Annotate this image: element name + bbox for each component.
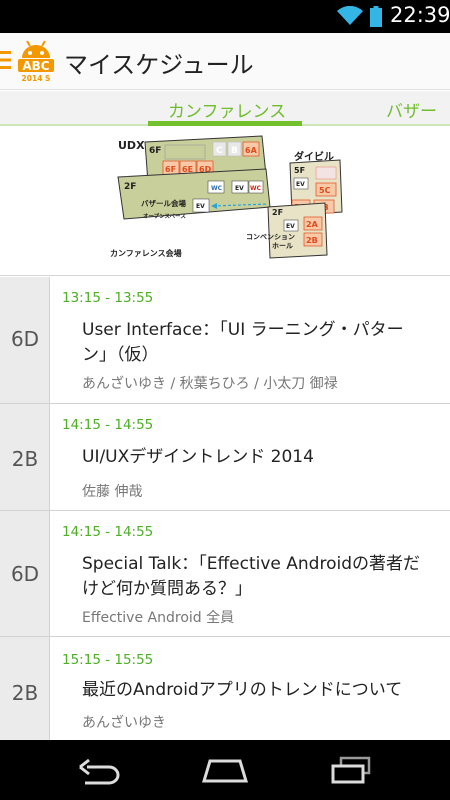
venue-map: UDX 6F C B 6A 6F 6E 6D 2F WC EV WC EV バザ… xyxy=(0,127,450,276)
session-speakers: あんざいゆき / 秋葉ちひろ / 小太刀 御禄 xyxy=(82,376,338,392)
battery-icon xyxy=(370,6,382,27)
map-room-c: C xyxy=(216,146,223,156)
logo-text-bottom: 2014 S xyxy=(22,74,51,83)
status-bar: 22:39 xyxy=(0,0,450,33)
tab-indicator xyxy=(148,121,302,126)
logo-text-top: ABC xyxy=(22,59,49,73)
session-title: 最近のAndroidアプリのトレンドについて xyxy=(82,680,403,700)
map-wc-1: WC xyxy=(211,185,223,192)
session-time: 13:15 - 13:55 xyxy=(62,290,154,306)
map-ev-1: EV xyxy=(235,185,244,192)
session-row-4[interactable]: 2B 15:15 - 15:55 最近のAndroidアプリのトレンドについて … xyxy=(0,637,450,740)
map-dai-2f-label: 2F xyxy=(272,208,283,217)
map-open-space: オープンスペース xyxy=(143,212,186,220)
room-label: 6D xyxy=(10,562,40,586)
map-ev-2: EV xyxy=(196,203,205,210)
map-wc-2: WC xyxy=(250,185,262,192)
session-time: 14:15 - 14:55 xyxy=(62,524,154,540)
recent-apps-icon[interactable] xyxy=(329,755,373,785)
back-icon[interactable] xyxy=(77,757,123,785)
room-cell: 6D xyxy=(0,277,50,403)
home-icon[interactable] xyxy=(200,757,250,783)
map-bazaar-venue: バザール会場 xyxy=(141,198,186,208)
session-speakers: 佐藤 伸哉 xyxy=(82,484,143,500)
wifi-icon xyxy=(337,6,363,25)
session-speakers: あんざいゆき xyxy=(82,715,166,731)
map-room-b: B xyxy=(231,146,238,156)
session-list: 6D 13:15 - 13:55 User Interface：「UI ラーニン… xyxy=(0,277,450,740)
map-udx-label: UDX xyxy=(118,139,145,152)
map-convention-hall-1: コンベンション xyxy=(246,233,295,241)
room-label: 2B xyxy=(11,447,39,471)
page-title: マイスケジュール xyxy=(64,51,254,79)
map-room-6a: 6A xyxy=(245,146,258,155)
action-bar: ABC 2014 S マイスケジュール xyxy=(0,33,450,90)
session-row-1[interactable]: 6D 13:15 - 13:55 User Interface：「UI ラーニン… xyxy=(0,277,450,404)
map-udx-2f-label: 2F xyxy=(124,182,136,192)
session-time: 14:15 - 14:55 xyxy=(62,417,154,433)
room-cell: 6D xyxy=(0,511,50,636)
abc-android-logo[interactable]: ABC 2014 S xyxy=(16,39,56,83)
drawer-menu-icon[interactable] xyxy=(0,49,12,71)
map-room-2a: 2A xyxy=(306,220,319,229)
map-conference-venue: カンファレンス会場 xyxy=(110,248,182,258)
room-label: 2B xyxy=(11,681,39,705)
map-ev-4: EV xyxy=(286,223,295,230)
map-convention-hall-2: ホール xyxy=(272,242,293,250)
map-udx-6f-label: 6F xyxy=(149,146,161,156)
session-row-2[interactable]: 2B 14:15 - 14:55 UI/UXデザイントレンド 2014 佐藤 伸… xyxy=(0,404,450,511)
map-room-6f: 6F xyxy=(165,165,176,174)
map-dai-5f-label: 5F xyxy=(294,166,305,175)
session-title: User Interface：「UI ラーニング・パターン」（仮） xyxy=(82,320,404,365)
room-label: 6D xyxy=(10,327,40,351)
tab-conference[interactable]: カンファレンス xyxy=(168,97,286,122)
session-speakers: Effective Android 全員 xyxy=(82,610,235,626)
room-cell: 2B xyxy=(0,404,50,510)
session-row-3[interactable]: 6D 14:15 - 14:55 Special Talk：「Effective… xyxy=(0,511,450,637)
session-title: UI/UXデザイントレンド 2014 xyxy=(82,447,314,467)
status-clock: 22:39 xyxy=(390,3,450,27)
map-room-5c: 5C xyxy=(319,186,331,195)
session-time: 15:15 - 15:55 xyxy=(62,652,154,668)
map-dai-hatched-room xyxy=(315,166,337,180)
map-ev-3: EV xyxy=(296,181,305,188)
map-room-2b: 2B xyxy=(306,236,318,245)
session-title: Special Talk：「Effective Androidの著者だけど何か質… xyxy=(82,554,421,599)
system-navigation-bar xyxy=(0,740,450,800)
room-cell: 2B xyxy=(0,637,50,740)
